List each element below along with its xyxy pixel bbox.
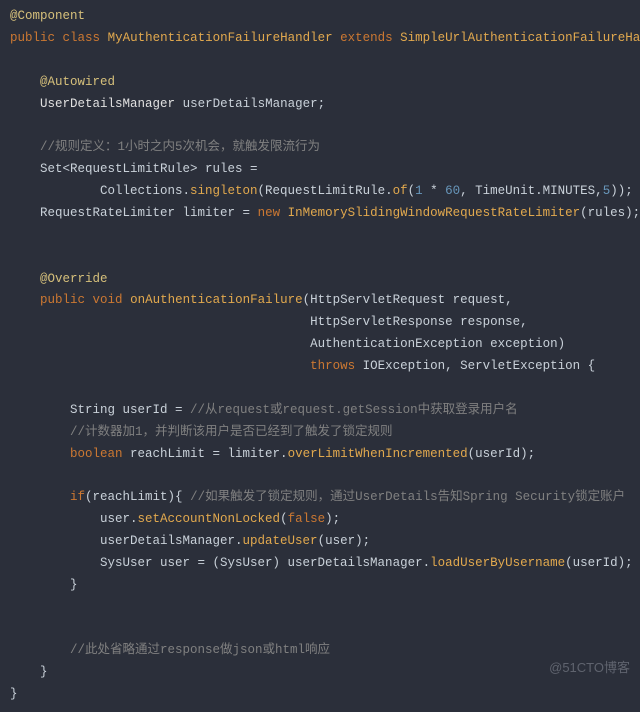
keyword-public: public [10,31,55,45]
code-text: String userId = [70,403,190,417]
method-call: updateUser [243,534,318,548]
annotation: @Component [10,9,85,23]
extends-class: SimpleUrlAuthenticationFailureHandler [400,31,640,45]
brace: } [70,578,78,592]
method-call: loadUserByUsername [430,556,565,570]
comment: //计数器加1，并判断该用户是否已经到了触发了锁定规则 [70,425,393,439]
code-text: user. [100,512,138,526]
keyword-new: new [258,206,281,220]
class-name: MyAuthenticationFailureHandler [108,31,333,45]
keyword-throws: throws [310,359,355,373]
code-text: AuthenticationException exception) [310,337,565,351]
code-text: (userId); [565,556,633,570]
code-text: Collections. [100,184,190,198]
code-text: RequestRateLimiter limiter = [40,206,258,220]
type: UserDetailsManager [40,97,175,111]
code-text: ( [280,512,288,526]
code-text: (HttpServletRequest request, [303,293,513,307]
annotation: @Override [40,272,108,286]
code-text: (rules); [580,206,640,220]
method-name: onAuthenticationFailure [130,293,303,307]
code-text: , TimeUnit.MINUTES, [460,184,603,198]
code-text: userDetailsManager. [100,534,243,548]
code-text: reachLimit = limiter. [123,447,288,461]
code-text: * [423,184,446,198]
code-text: ( [408,184,416,198]
class-name: InMemorySlidingWindowRequestRateLimiter [288,206,581,220]
code-text: (userId); [468,447,536,461]
number: 1 [415,184,423,198]
identifier: userDetailsManager; [183,97,326,111]
code-text: (RequestLimitRule. [258,184,393,198]
code-text [280,206,288,220]
method-call: of [393,184,408,198]
code-text: ); [325,512,340,526]
code-text: SysUser user = (SysUser) userDetailsMana… [100,556,430,570]
code-text: HttpServletResponse response, [310,315,528,329]
comment: //此处省略通过response做json或html响应 [70,643,330,657]
code-text: (user); [318,534,371,548]
method-call: overLimitWhenIncremented [288,447,468,461]
number: 60 [445,184,460,198]
keyword-class: class [63,31,101,45]
keyword-if: if [70,490,85,504]
keyword-void: void [93,293,123,307]
code-text: IOException, ServletException { [355,359,595,373]
comment: //如果触发了锁定规则，通过UserDetails告知Spring Securi… [190,490,625,504]
boolean: false [288,512,326,526]
method-call: singleton [190,184,258,198]
annotation: @Autowired [40,75,115,89]
keyword-boolean: boolean [70,447,123,461]
code-text: (reachLimit){ [85,490,190,504]
brace: } [40,665,48,679]
code-block: @Component public class MyAuthentication… [0,0,640,712]
comment: //规则定义：1小时之内5次机会，就触发限流行为 [40,140,320,154]
brace: } [10,687,18,701]
keyword-extends: extends [340,31,393,45]
watermark: @51CTO博客 [549,657,630,680]
keyword-public: public [40,293,85,307]
comment: //从request或request.getSession中获取登录用户名 [190,403,518,417]
code-text: Set<RequestLimitRule> rules = [40,162,258,176]
method-call: setAccountNonLocked [138,512,281,526]
code-text: )); [610,184,633,198]
